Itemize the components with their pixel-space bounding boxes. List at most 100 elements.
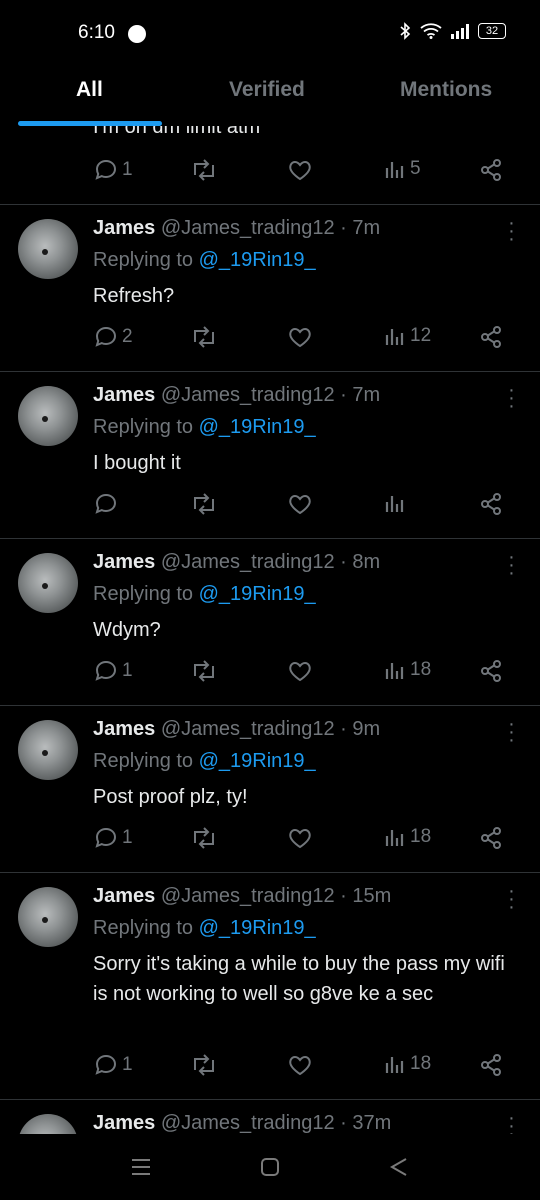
tweet-text: Wdym? bbox=[93, 619, 161, 641]
status-bar: 6:10 32 bbox=[0, 0, 540, 66]
more-options-icon[interactable]: · · · bbox=[508, 1108, 515, 1134]
home-icon[interactable] bbox=[259, 1156, 281, 1178]
heart-icon bbox=[289, 828, 311, 849]
avatar[interactable] bbox=[18, 887, 78, 947]
views-icon bbox=[385, 329, 404, 345]
share-button[interactable] bbox=[479, 659, 503, 683]
tweet-item[interactable]: James @James_trading12 · 37m · · · bbox=[0, 1100, 540, 1134]
tweet-text: Sorry it's taking a while to buy the pas… bbox=[93, 953, 505, 1005]
tweet-item[interactable]: James @James_trading12 · 9m · · · Replying… bbox=[0, 706, 540, 872]
more-options-icon[interactable]: · · · bbox=[508, 213, 515, 249]
retweet-button[interactable] bbox=[190, 826, 218, 850]
tab-all[interactable]: All bbox=[76, 78, 103, 102]
more-options-icon[interactable]: · · · bbox=[508, 881, 515, 917]
like-button[interactable] bbox=[288, 659, 312, 683]
author-name[interactable]: James bbox=[93, 1112, 155, 1134]
like-button[interactable] bbox=[288, 325, 312, 349]
reply-icon bbox=[95, 493, 117, 514]
replying-to-handle[interactable]: @_19Rin19_ bbox=[199, 917, 316, 939]
avatar[interactable] bbox=[18, 1114, 78, 1134]
author-handle[interactable]: @James_trading12 bbox=[161, 885, 335, 907]
share-button[interactable] bbox=[479, 325, 503, 349]
reply-button[interactable]: 1 bbox=[94, 1053, 133, 1077]
share-button[interactable] bbox=[479, 826, 503, 850]
more-options-icon[interactable]: · · · bbox=[508, 380, 515, 416]
status-icons: 32 bbox=[398, 22, 506, 40]
retweet-button[interactable] bbox=[190, 659, 218, 683]
tab-mentions[interactable]: Mentions bbox=[400, 78, 492, 102]
retweet-button[interactable] bbox=[190, 158, 218, 182]
views-icon bbox=[385, 830, 404, 846]
like-button[interactable] bbox=[288, 158, 312, 182]
tweet-item[interactable]: James @James_trading12 · 8m · · · Replying… bbox=[0, 539, 540, 705]
tweet-item[interactable]: James @James_trading12 · 15m · · · Replyin… bbox=[0, 873, 540, 1099]
author-handle[interactable]: @James_trading12 bbox=[161, 1112, 335, 1134]
tweet-item[interactable]: James @James_trading12 · 7m · · · Replying… bbox=[0, 372, 540, 538]
author-handle[interactable]: @James_trading12 bbox=[161, 217, 335, 239]
reply-button[interactable]: 1 bbox=[94, 158, 133, 182]
share-button[interactable] bbox=[479, 492, 503, 516]
replying-to: Replying to @_19Rin19_ bbox=[93, 917, 316, 940]
views-button[interactable]: 18 bbox=[384, 1053, 431, 1075]
author-name[interactable]: James bbox=[93, 217, 155, 239]
views-button[interactable] bbox=[384, 492, 410, 514]
avatar[interactable] bbox=[18, 720, 78, 780]
author-handle[interactable]: @James_trading12 bbox=[161, 384, 335, 406]
views-button[interactable]: 5 bbox=[384, 158, 421, 180]
tweet-actions: 1 18 bbox=[0, 1053, 540, 1083]
author-handle[interactable]: @James_trading12 bbox=[161, 551, 335, 573]
views-button[interactable]: 12 bbox=[384, 325, 431, 347]
share-button[interactable] bbox=[479, 158, 503, 182]
replying-to-handle[interactable]: @_19Rin19_ bbox=[199, 750, 316, 772]
author-handle[interactable]: @James_trading12 bbox=[161, 718, 335, 740]
view-count: 18 bbox=[410, 826, 432, 847]
share-icon bbox=[481, 159, 501, 181]
more-options-icon[interactable]: · · · bbox=[508, 714, 515, 750]
author-name[interactable]: James bbox=[93, 885, 155, 907]
view-count: 18 bbox=[410, 659, 432, 680]
retweet-button[interactable] bbox=[190, 492, 218, 516]
avatar[interactable] bbox=[18, 386, 78, 446]
replying-to: Replying to @_19Rin19_ bbox=[93, 750, 316, 773]
separator-dot: · bbox=[340, 885, 347, 907]
partial-tweet[interactable]: I'm on dm limit atm 1 5 bbox=[0, 126, 540, 204]
reply-button[interactable]: 1 bbox=[94, 659, 133, 683]
replying-to-handle[interactable]: @_19Rin19_ bbox=[199, 583, 316, 605]
share-button[interactable] bbox=[479, 1053, 503, 1077]
views-button[interactable]: 18 bbox=[384, 826, 431, 848]
retweet-icon bbox=[194, 326, 214, 348]
tab-verified[interactable]: Verified bbox=[229, 78, 305, 102]
avatar[interactable] bbox=[18, 219, 78, 279]
author-name[interactable]: James bbox=[93, 551, 155, 573]
views-button[interactable]: 18 bbox=[384, 659, 431, 681]
tweet-item[interactable]: James @James_trading12 · 7m · · · Replying… bbox=[0, 205, 540, 371]
retweet-button[interactable] bbox=[190, 325, 218, 349]
tweet-text: Post proof plz, ty! bbox=[93, 786, 248, 808]
retweet-icon bbox=[194, 159, 214, 181]
view-count: 18 bbox=[410, 1053, 432, 1074]
tweet-text: Refresh? bbox=[93, 285, 175, 307]
tweet-actions: 1 5 bbox=[0, 158, 540, 188]
notification-feed[interactable]: I'm on dm limit atm 1 5 James @James_tra… bbox=[0, 126, 540, 1134]
replying-to: Replying to @_19Rin19_ bbox=[93, 583, 316, 606]
retweet-button[interactable] bbox=[190, 1053, 218, 1077]
tweet-text: I'm on dm limit atm bbox=[93, 126, 261, 138]
like-button[interactable] bbox=[288, 826, 312, 850]
replying-to-handle[interactable]: @_19Rin19_ bbox=[199, 249, 316, 271]
like-button[interactable] bbox=[288, 1053, 312, 1077]
messenger-icon bbox=[128, 25, 146, 43]
reply-button[interactable] bbox=[94, 492, 122, 516]
back-icon[interactable] bbox=[388, 1156, 410, 1178]
reply-button[interactable]: 2 bbox=[94, 325, 133, 349]
more-options-icon[interactable]: · · · bbox=[508, 547, 515, 583]
reply-count: 1 bbox=[122, 660, 133, 681]
views-icon bbox=[385, 496, 404, 512]
recent-apps-icon[interactable] bbox=[130, 1156, 152, 1178]
avatar[interactable] bbox=[18, 553, 78, 613]
reply-button[interactable]: 1 bbox=[94, 826, 133, 850]
replying-to-handle[interactable]: @_19Rin19_ bbox=[199, 416, 316, 438]
replying-to-label: Replying to bbox=[93, 416, 194, 438]
like-button[interactable] bbox=[288, 492, 312, 516]
author-name[interactable]: James bbox=[93, 384, 155, 406]
author-name[interactable]: James bbox=[93, 718, 155, 740]
